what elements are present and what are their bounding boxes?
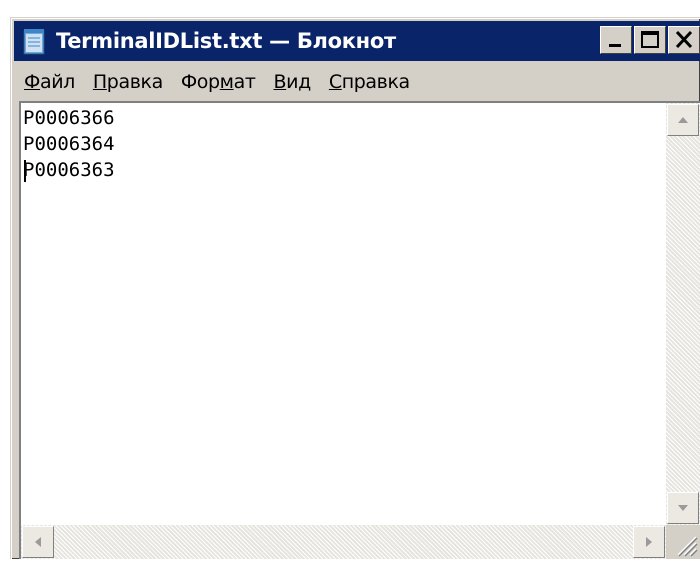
menu-help[interactable]: Справка xyxy=(329,71,410,93)
close-icon xyxy=(675,30,693,49)
text-line: P0006364 xyxy=(23,133,115,155)
menu-format-accelerator: м xyxy=(219,71,234,93)
minimize-button[interactable] xyxy=(600,26,632,54)
scroll-left-button[interactable] xyxy=(22,526,54,558)
menu-file[interactable]: Файл xyxy=(24,71,75,93)
arrow-right-icon xyxy=(646,537,652,547)
vertical-scrollbar[interactable] xyxy=(666,103,700,525)
scroll-right-button[interactable] xyxy=(633,526,665,558)
resize-grip[interactable] xyxy=(666,525,700,559)
notepad-window: TerminalIDList.txt — Блокнот Файл Правка… xyxy=(10,17,700,559)
menu-view[interactable]: Вид xyxy=(273,71,312,93)
menu-edit-label: равка xyxy=(106,71,163,93)
text-caret xyxy=(24,160,26,182)
menu-file-accelerator: Ф xyxy=(24,71,40,93)
minimize-icon xyxy=(609,44,621,47)
notepad-icon[interactable] xyxy=(20,26,50,56)
menu-format-label-pre: Фор xyxy=(180,71,220,93)
menu-edit[interactable]: Правка xyxy=(93,71,163,93)
horizontal-scrollbar[interactable] xyxy=(21,525,666,559)
text-editor[interactable]: P0006366 P0006364 P0006363 xyxy=(21,103,666,525)
maximize-icon xyxy=(641,31,659,48)
menu-format-label-post: ат xyxy=(233,71,256,93)
menu-file-label: айл xyxy=(39,71,75,93)
menu-help-label: правка xyxy=(341,71,410,93)
caption-buttons xyxy=(598,26,700,54)
arrow-up-icon xyxy=(678,117,688,123)
maximize-button[interactable] xyxy=(634,26,666,54)
arrow-left-icon xyxy=(35,537,41,547)
scroll-down-button[interactable] xyxy=(667,492,699,524)
arrow-down-icon xyxy=(678,505,688,511)
menu-help-accelerator: С xyxy=(328,71,342,93)
scroll-up-button[interactable] xyxy=(667,104,699,136)
menu-edit-accelerator: П xyxy=(92,71,107,93)
text-line: P0006366 xyxy=(23,107,115,129)
menu-view-accelerator: В xyxy=(273,71,287,93)
menu-format[interactable]: Формат xyxy=(181,71,256,93)
menu-bar: Файл Правка Формат Вид Справка xyxy=(14,64,700,100)
resize-grip-icon xyxy=(677,536,698,557)
editor-area: P0006366 P0006364 P0006363 xyxy=(19,101,700,559)
window-title: TerminalIDList.txt — Блокнот xyxy=(56,29,396,53)
title-bar[interactable]: TerminalIDList.txt — Блокнот xyxy=(14,21,700,61)
text-line: P0006363 xyxy=(23,159,115,181)
close-button[interactable] xyxy=(668,26,700,54)
menu-view-label: ид xyxy=(286,71,311,93)
